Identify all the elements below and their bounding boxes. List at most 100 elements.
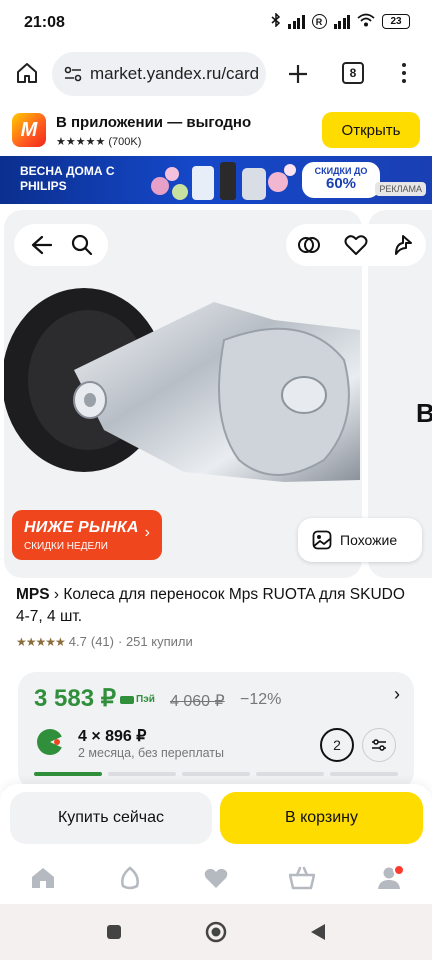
split-progress: [34, 772, 398, 776]
tab-switcher-button[interactable]: 8: [342, 62, 364, 84]
recents-button[interactable]: [102, 920, 126, 944]
plus-icon: [289, 65, 307, 83]
tab-alice[interactable]: [110, 858, 150, 898]
compare-icon: [298, 237, 321, 253]
product-info: MPS › Колеса для переносок Mps RUOTA для…: [16, 584, 416, 649]
card-icon: [120, 695, 134, 704]
home-system-button[interactable]: [204, 920, 228, 944]
next-card-letter: В: [416, 398, 432, 428]
rating-value: 4.7: [68, 634, 87, 649]
current-price: 3 583 ₽: [34, 685, 116, 712]
ad-discount-badge: СКИДКИ ДО 60%: [302, 162, 380, 198]
buy-now-button[interactable]: Купить сейчас: [10, 792, 212, 844]
chevron-right-icon[interactable]: ›: [394, 684, 400, 705]
home-icon: [32, 868, 55, 888]
similar-button[interactable]: Похожие: [298, 518, 422, 562]
alice-icon: [120, 866, 139, 890]
tab-favorites[interactable]: [196, 858, 236, 898]
browser-home-button[interactable]: [12, 58, 42, 88]
signal-icon-2: [333, 14, 350, 29]
share-button[interactable]: [387, 229, 419, 261]
notification-dot: [392, 864, 405, 876]
tab-home[interactable]: [23, 858, 63, 898]
wifi-icon: [357, 13, 375, 30]
battery-icon: 23: [382, 14, 410, 29]
ad-label: РЕКЛАМА: [375, 182, 426, 196]
promo-title: НИЖЕ РЫНКА: [24, 519, 139, 536]
system-nav-bar: [0, 904, 432, 960]
bluetooth-icon: [271, 12, 281, 30]
progress-segment: [182, 772, 250, 776]
brand-link[interactable]: MPS: [16, 586, 50, 603]
ad-discount-value: 60%: [325, 175, 357, 192]
image-search-icon: [312, 530, 332, 550]
product-gallery[interactable]: В НИЖЕ РЫНКА СКИДКИ НЕДЕЛИ › Похожие: [0, 210, 432, 578]
reviews-count: (41): [90, 634, 114, 649]
tab-profile[interactable]: [369, 858, 409, 898]
share-icon: [394, 235, 412, 255]
progress-segment: [108, 772, 176, 776]
split-settings-button[interactable]: [362, 728, 396, 762]
chevron-right-icon: ›: [144, 524, 150, 541]
rating-stars: ★★★★★: [16, 634, 66, 649]
split-price: 4 × 896 ₽: [78, 728, 147, 745]
bought-count: · 251 купили: [118, 634, 193, 649]
signal-icon: [288, 14, 305, 29]
app-rating: ★★★★★ (700K): [56, 135, 141, 148]
site-settings-icon[interactable]: [64, 66, 82, 82]
status-icons: R 23: [271, 12, 410, 30]
tab-cart[interactable]: [282, 858, 322, 898]
favorite-button[interactable]: [340, 229, 372, 261]
search-icon: [71, 234, 92, 256]
roaming-icon: R: [311, 14, 327, 29]
address-bar[interactable]: market.yandex.ru/card: [52, 52, 266, 96]
heart-icon: [204, 868, 228, 888]
status-bar: 21:08 R 23: [0, 0, 432, 46]
app-promo-title: В приложении — выгодно: [56, 114, 252, 131]
triangle-back-icon: [311, 924, 325, 940]
arrow-left-icon: [31, 235, 52, 255]
browser-menu-button[interactable]: [394, 58, 414, 88]
open-app-button[interactable]: Открыть: [322, 112, 420, 148]
app-rating-count: (700K): [108, 136, 142, 148]
promo-subtitle: СКИДКИ НЕДЕЛИ: [24, 541, 108, 552]
sliders-icon: [372, 739, 386, 751]
split-note: 2 месяца, без переплаты: [78, 746, 225, 760]
back-system-button[interactable]: [306, 920, 330, 944]
app-rating-stars: ★★★★★: [56, 136, 106, 148]
split-logo-icon: [37, 729, 64, 755]
square-icon: [107, 925, 121, 939]
add-to-cart-button[interactable]: В корзину: [220, 792, 423, 844]
rating-row[interactable]: ★★★★★ 4.7 (41) · 251 купили: [16, 634, 416, 649]
product-title: MPS › Колеса для переносок Mps RUOTA для…: [16, 584, 416, 628]
purchase-bar: Купить сейчас В корзину: [0, 784, 432, 852]
compare-button[interactable]: [293, 229, 325, 261]
circle-icon: [205, 921, 227, 943]
months-selector[interactable]: 2: [320, 728, 354, 762]
home-icon: [17, 63, 37, 83]
product-name: Колеса для переносок Mps RUOTA для SKUDO…: [16, 586, 405, 625]
gallery-actions-pill: [286, 224, 426, 266]
market-logo-icon: M: [12, 113, 46, 147]
cart-icon: [289, 866, 316, 890]
yandex-pay-badge: Пэй: [120, 694, 155, 705]
gallery-nav-pill: [14, 224, 108, 266]
price-card[interactable]: 3 583 ₽ Пэй 4 060 ₽ −12% › 4 × 896 ₽ 2 м…: [18, 672, 414, 790]
pay-label: Пэй: [136, 694, 155, 705]
discount-percent: −12%: [240, 691, 282, 708]
ad-title: ВЕСНА ДОМА С PHILIPS: [20, 164, 115, 193]
url-text: market.yandex.ru/card: [90, 64, 260, 83]
old-price: 4 060 ₽: [170, 693, 225, 710]
search-button[interactable]: [66, 229, 98, 261]
similar-label: Похожие: [340, 532, 398, 548]
ad-product-image: [151, 162, 296, 200]
status-time: 21:08: [24, 14, 65, 31]
heart-icon: [344, 235, 368, 255]
progress-segment: [34, 772, 102, 776]
ad-banner[interactable]: ВЕСНА ДОМА С PHILIPS СКИДКИ ДО 60% РЕКЛА…: [0, 156, 432, 204]
below-market-badge[interactable]: НИЖЕ РЫНКА СКИДКИ НЕДЕЛИ ›: [12, 510, 162, 560]
new-tab-button[interactable]: [282, 58, 314, 90]
progress-segment: [330, 772, 398, 776]
progress-segment: [256, 772, 324, 776]
back-button[interactable]: [25, 229, 57, 261]
